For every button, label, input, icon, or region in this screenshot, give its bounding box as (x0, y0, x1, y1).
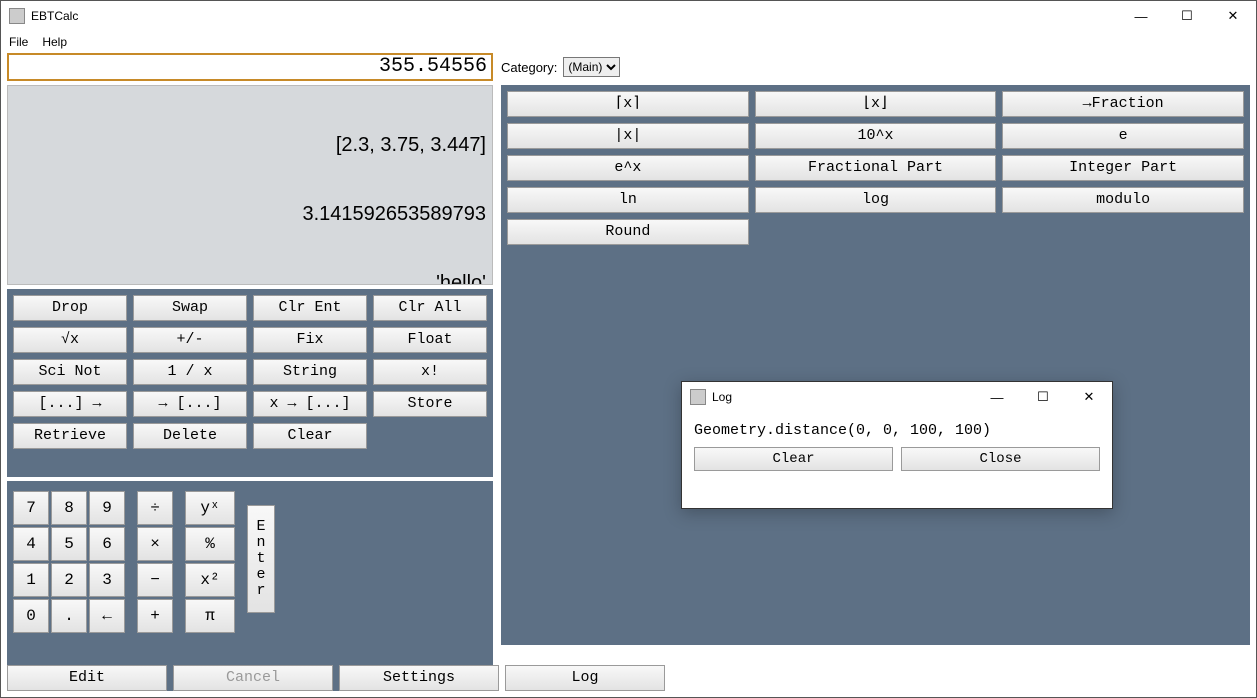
fn-10powx[interactable]: 10^x (755, 123, 997, 149)
log-icon (690, 389, 706, 405)
op-store[interactable]: Store (373, 391, 487, 417)
menu-file[interactable]: File (9, 35, 28, 49)
enter-button[interactable]: E n t e r (247, 505, 275, 613)
log-window: Log — ☐ ✕ Geometry.distance(0, 0, 100, 1… (681, 381, 1113, 509)
fn-log[interactable]: log (755, 187, 997, 213)
op-fix[interactable]: Fix (253, 327, 367, 353)
pi-button[interactable]: π (185, 599, 235, 633)
fn-e[interactable]: e (1002, 123, 1244, 149)
menubar: File Help (1, 31, 1256, 53)
stack-line: 3.141592653589793 (14, 203, 486, 226)
menu-help[interactable]: Help (42, 35, 67, 49)
extra-col: yˣ % x² π (185, 491, 235, 633)
entry-input[interactable]: 355.54556 (7, 53, 493, 81)
log-content: Geometry.distance(0, 0, 100, 100) (682, 412, 1112, 447)
num-5[interactable]: 5 (51, 527, 87, 561)
cancel-button: Cancel (173, 665, 333, 691)
num-4[interactable]: 4 (13, 527, 49, 561)
fn-fracpart[interactable]: Fractional Part (755, 155, 997, 181)
log-maximize-button[interactable]: ☐ (1020, 382, 1066, 412)
num-3[interactable]: 3 (89, 563, 125, 597)
category-select[interactable]: (Main) (563, 57, 620, 77)
titlebar: EBTCalc — ☐ ✕ (1, 1, 1256, 31)
function-panel: ⌈x⌉ ⌊x⌋ →Fraction |x| 10^x e e^x Fractio… (501, 85, 1250, 645)
minus-button[interactable]: − (137, 563, 173, 597)
num-9[interactable]: 9 (89, 491, 125, 525)
op-array-in[interactable]: → [...] (133, 391, 247, 417)
op-factorial[interactable]: x! (373, 359, 487, 385)
percent-button[interactable]: % (185, 527, 235, 561)
log-titlebar: Log — ☐ ✕ (682, 382, 1112, 412)
log-clear-button[interactable]: Clear (694, 447, 893, 471)
fn-epowx[interactable]: e^x (507, 155, 749, 181)
num-dot[interactable]: . (51, 599, 87, 633)
op-delete[interactable]: Delete (133, 423, 247, 449)
op-scinot[interactable]: Sci Not (13, 359, 127, 385)
fn-abs[interactable]: |x| (507, 123, 749, 149)
edit-button[interactable]: Edit (7, 665, 167, 691)
num-7[interactable]: 7 (13, 491, 49, 525)
fn-modulo[interactable]: modulo (1002, 187, 1244, 213)
op-plusminus[interactable]: +/- (133, 327, 247, 353)
fn-fraction[interactable]: →Fraction (1002, 91, 1244, 117)
stack-display: [2.3, 3.75, 3.447] 3.141592653589793 'he… (7, 85, 493, 285)
log-button[interactable]: Log (505, 665, 665, 691)
arith-col: ÷ × − + (137, 491, 173, 633)
xsquared-button[interactable]: x² (185, 563, 235, 597)
op-swap[interactable]: Swap (133, 295, 247, 321)
op-float[interactable]: Float (373, 327, 487, 353)
right-pane: Category: (Main) ⌈x⌉ ⌊x⌋ →Fraction |x| 1… (501, 53, 1250, 691)
minimize-button[interactable]: — (1118, 1, 1164, 31)
log-title: Log (712, 390, 974, 404)
stack-line: [2.3, 3.75, 3.447] (14, 134, 486, 157)
num-6[interactable]: 6 (89, 527, 125, 561)
main-window: EBTCalc — ☐ ✕ File Help 355.54556 [2.3, … (0, 0, 1257, 698)
num-8[interactable]: 8 (51, 491, 87, 525)
log-close-button[interactable]: ✕ (1066, 382, 1112, 412)
op-x-array[interactable]: x → [...] (253, 391, 367, 417)
stack-line: 'hello' (14, 272, 486, 285)
multiply-button[interactable]: × (137, 527, 173, 561)
settings-button[interactable]: Settings (339, 665, 499, 691)
numpad: 7 8 9 4 5 6 1 2 3 0 . ← (13, 491, 125, 633)
op-drop[interactable]: Drop (13, 295, 127, 321)
fn-intpart[interactable]: Integer Part (1002, 155, 1244, 181)
content: 355.54556 [2.3, 3.75, 3.447] 3.141592653… (7, 53, 1250, 691)
log-minimize-button[interactable]: — (974, 382, 1020, 412)
backspace-button[interactable]: ← (89, 599, 125, 633)
left-pane: 355.54556 [2.3, 3.75, 3.447] 3.141592653… (7, 53, 493, 691)
category-row: Category: (Main) (501, 53, 1250, 81)
op-clear[interactable]: Clear (253, 423, 367, 449)
log-close-button-2[interactable]: Close (901, 447, 1100, 471)
bottom-bar: Edit Cancel Settings Log (7, 665, 1250, 691)
op-clr-all[interactable]: Clr All (373, 295, 487, 321)
fn-ln[interactable]: ln (507, 187, 749, 213)
maximize-button[interactable]: ☐ (1164, 1, 1210, 31)
op-sqrt[interactable]: √x (13, 327, 127, 353)
fn-ceil[interactable]: ⌈x⌉ (507, 91, 749, 117)
fn-floor[interactable]: ⌊x⌋ (755, 91, 997, 117)
op-string[interactable]: String (253, 359, 367, 385)
divide-button[interactable]: ÷ (137, 491, 173, 525)
fn-round[interactable]: Round (507, 219, 749, 245)
category-label: Category: (501, 60, 557, 75)
op-array-out[interactable]: [...] → (13, 391, 127, 417)
op-retrieve[interactable]: Retrieve (13, 423, 127, 449)
num-0[interactable]: 0 (13, 599, 49, 633)
op-clr-ent[interactable]: Clr Ent (253, 295, 367, 321)
num-2[interactable]: 2 (51, 563, 87, 597)
op-reciprocal[interactable]: 1 / x (133, 359, 247, 385)
ops-panel: Drop Swap Clr Ent Clr All √x +/- Fix Flo… (7, 289, 493, 477)
app-title: EBTCalc (31, 9, 1118, 23)
ypowx-button[interactable]: yˣ (185, 491, 235, 525)
app-icon (9, 8, 25, 24)
plus-button[interactable]: + (137, 599, 173, 633)
num-1[interactable]: 1 (13, 563, 49, 597)
close-button[interactable]: ✕ (1210, 1, 1256, 31)
keypad-panel: 7 8 9 4 5 6 1 2 3 0 . ← ÷ (7, 481, 493, 691)
